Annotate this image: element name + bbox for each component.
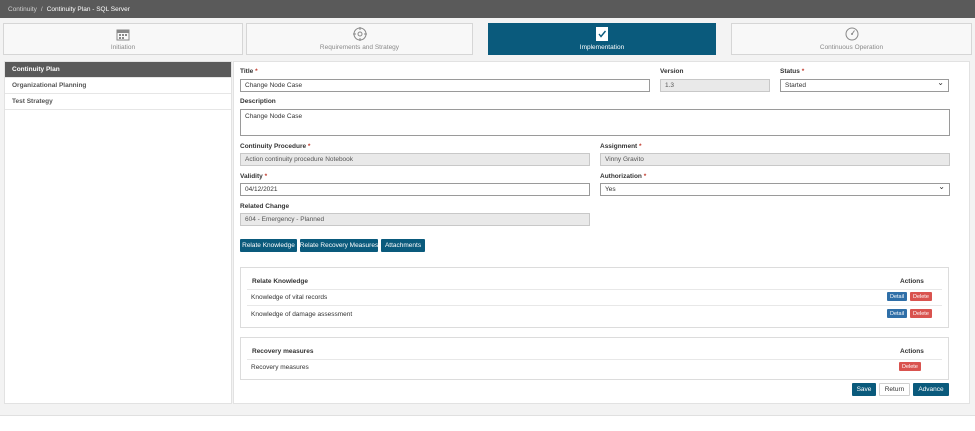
save-button[interactable]: Save — [852, 383, 876, 396]
step-implementation[interactable]: Implementation — [488, 23, 716, 55]
validity-label: Validity * — [240, 173, 268, 180]
calendar-icon — [116, 27, 130, 41]
recovery-actions-header: Actions — [900, 348, 924, 355]
recovery-row-name: Recovery measures — [251, 364, 309, 371]
return-button[interactable]: Return — [879, 383, 910, 396]
detail-button[interactable]: Detail — [887, 292, 908, 301]
knowledge-row-name: Knowledge of damage assessment — [251, 311, 353, 318]
delete-button[interactable]: Delete — [910, 292, 932, 301]
procedure-field: Action continuity procedure Notebook — [240, 153, 590, 166]
assignment-field: Vinny Gravito — [600, 153, 950, 166]
related-change-label: Related Change — [240, 203, 290, 210]
sidebar-item-continuity-plan[interactable]: Continuity Plan — [5, 62, 231, 78]
phase-steps: Initiation Requirements and Strategy Imp… — [3, 23, 972, 55]
breadcrumb-separator: / — [40, 5, 43, 13]
authorization-label: Authorization * — [600, 173, 647, 180]
delete-button[interactable]: Delete — [910, 309, 932, 318]
step-label: Continuous Operation — [819, 44, 884, 51]
step-label: Initiation — [110, 44, 136, 51]
sidebar-item-organizational-planning[interactable]: Organizational Planning — [5, 78, 231, 94]
status-select[interactable]: Started — [780, 78, 949, 92]
title-field[interactable]: Change Node Case — [240, 79, 650, 92]
recovery-panel: Recovery measures Actions Recovery measu… — [240, 337, 949, 380]
status-label: Status * — [780, 68, 805, 75]
main-form: Title * Change Node Case Version 1.3 Sta… — [233, 61, 970, 404]
knowledge-panel-header: Relate Knowledge — [252, 278, 308, 285]
assignment-label: Assignment * — [600, 143, 642, 150]
delete-button[interactable]: Delete — [899, 362, 921, 371]
knowledge-panel: Relate Knowledge Actions Knowledge of vi… — [240, 267, 949, 328]
step-label: Implementation — [579, 44, 625, 51]
description-field[interactable]: Change Node Case — [240, 109, 950, 136]
version-field: 1.3 — [660, 79, 770, 92]
checklist-icon — [595, 27, 609, 41]
authorization-select[interactable]: Yes — [600, 182, 950, 196]
target-icon — [352, 27, 367, 41]
sidebar: Continuity Plan Organizational Planning … — [4, 61, 232, 404]
knowledge-actions-header: Actions — [900, 278, 924, 285]
divider — [247, 359, 942, 360]
procedure-label: Continuity Procedure * — [240, 143, 311, 150]
step-label: Requirements and Strategy — [319, 44, 400, 51]
bottom-bar — [0, 415, 975, 431]
breadcrumb-current: Continuity Plan - SQL Server — [46, 5, 130, 13]
description-label: Description — [240, 98, 276, 105]
relate-knowledge-button[interactable]: Relate Knowledge — [240, 239, 297, 252]
validity-field[interactable]: 04/12/2021 — [240, 183, 590, 196]
detail-button[interactable]: Detail — [887, 309, 908, 318]
step-requirements-strategy[interactable]: Requirements and Strategy — [246, 23, 473, 55]
relate-recovery-measures-button[interactable]: Relate Recovery Measures — [300, 239, 378, 252]
breadcrumb: Continuity / Continuity Plan - SQL Serve… — [0, 0, 975, 18]
recovery-panel-header: Recovery measures — [252, 348, 314, 355]
related-change-field: 604 - Emergency - Planned — [240, 213, 590, 226]
attachments-button[interactable]: Attachments — [381, 239, 425, 252]
divider — [247, 289, 942, 290]
step-continuous-operation[interactable]: Continuous Operation — [731, 23, 972, 55]
advance-button[interactable]: Advance — [913, 383, 949, 396]
breadcrumb-root[interactable]: Continuity — [8, 6, 37, 13]
version-label: Version — [660, 68, 684, 75]
sidebar-item-test-strategy[interactable]: Test Strategy — [5, 94, 231, 110]
divider — [247, 305, 942, 306]
knowledge-row-name: Knowledge of vital records — [251, 294, 328, 301]
title-label: Title * — [240, 68, 258, 75]
step-initiation[interactable]: Initiation — [3, 23, 243, 55]
gauge-icon — [845, 27, 859, 41]
